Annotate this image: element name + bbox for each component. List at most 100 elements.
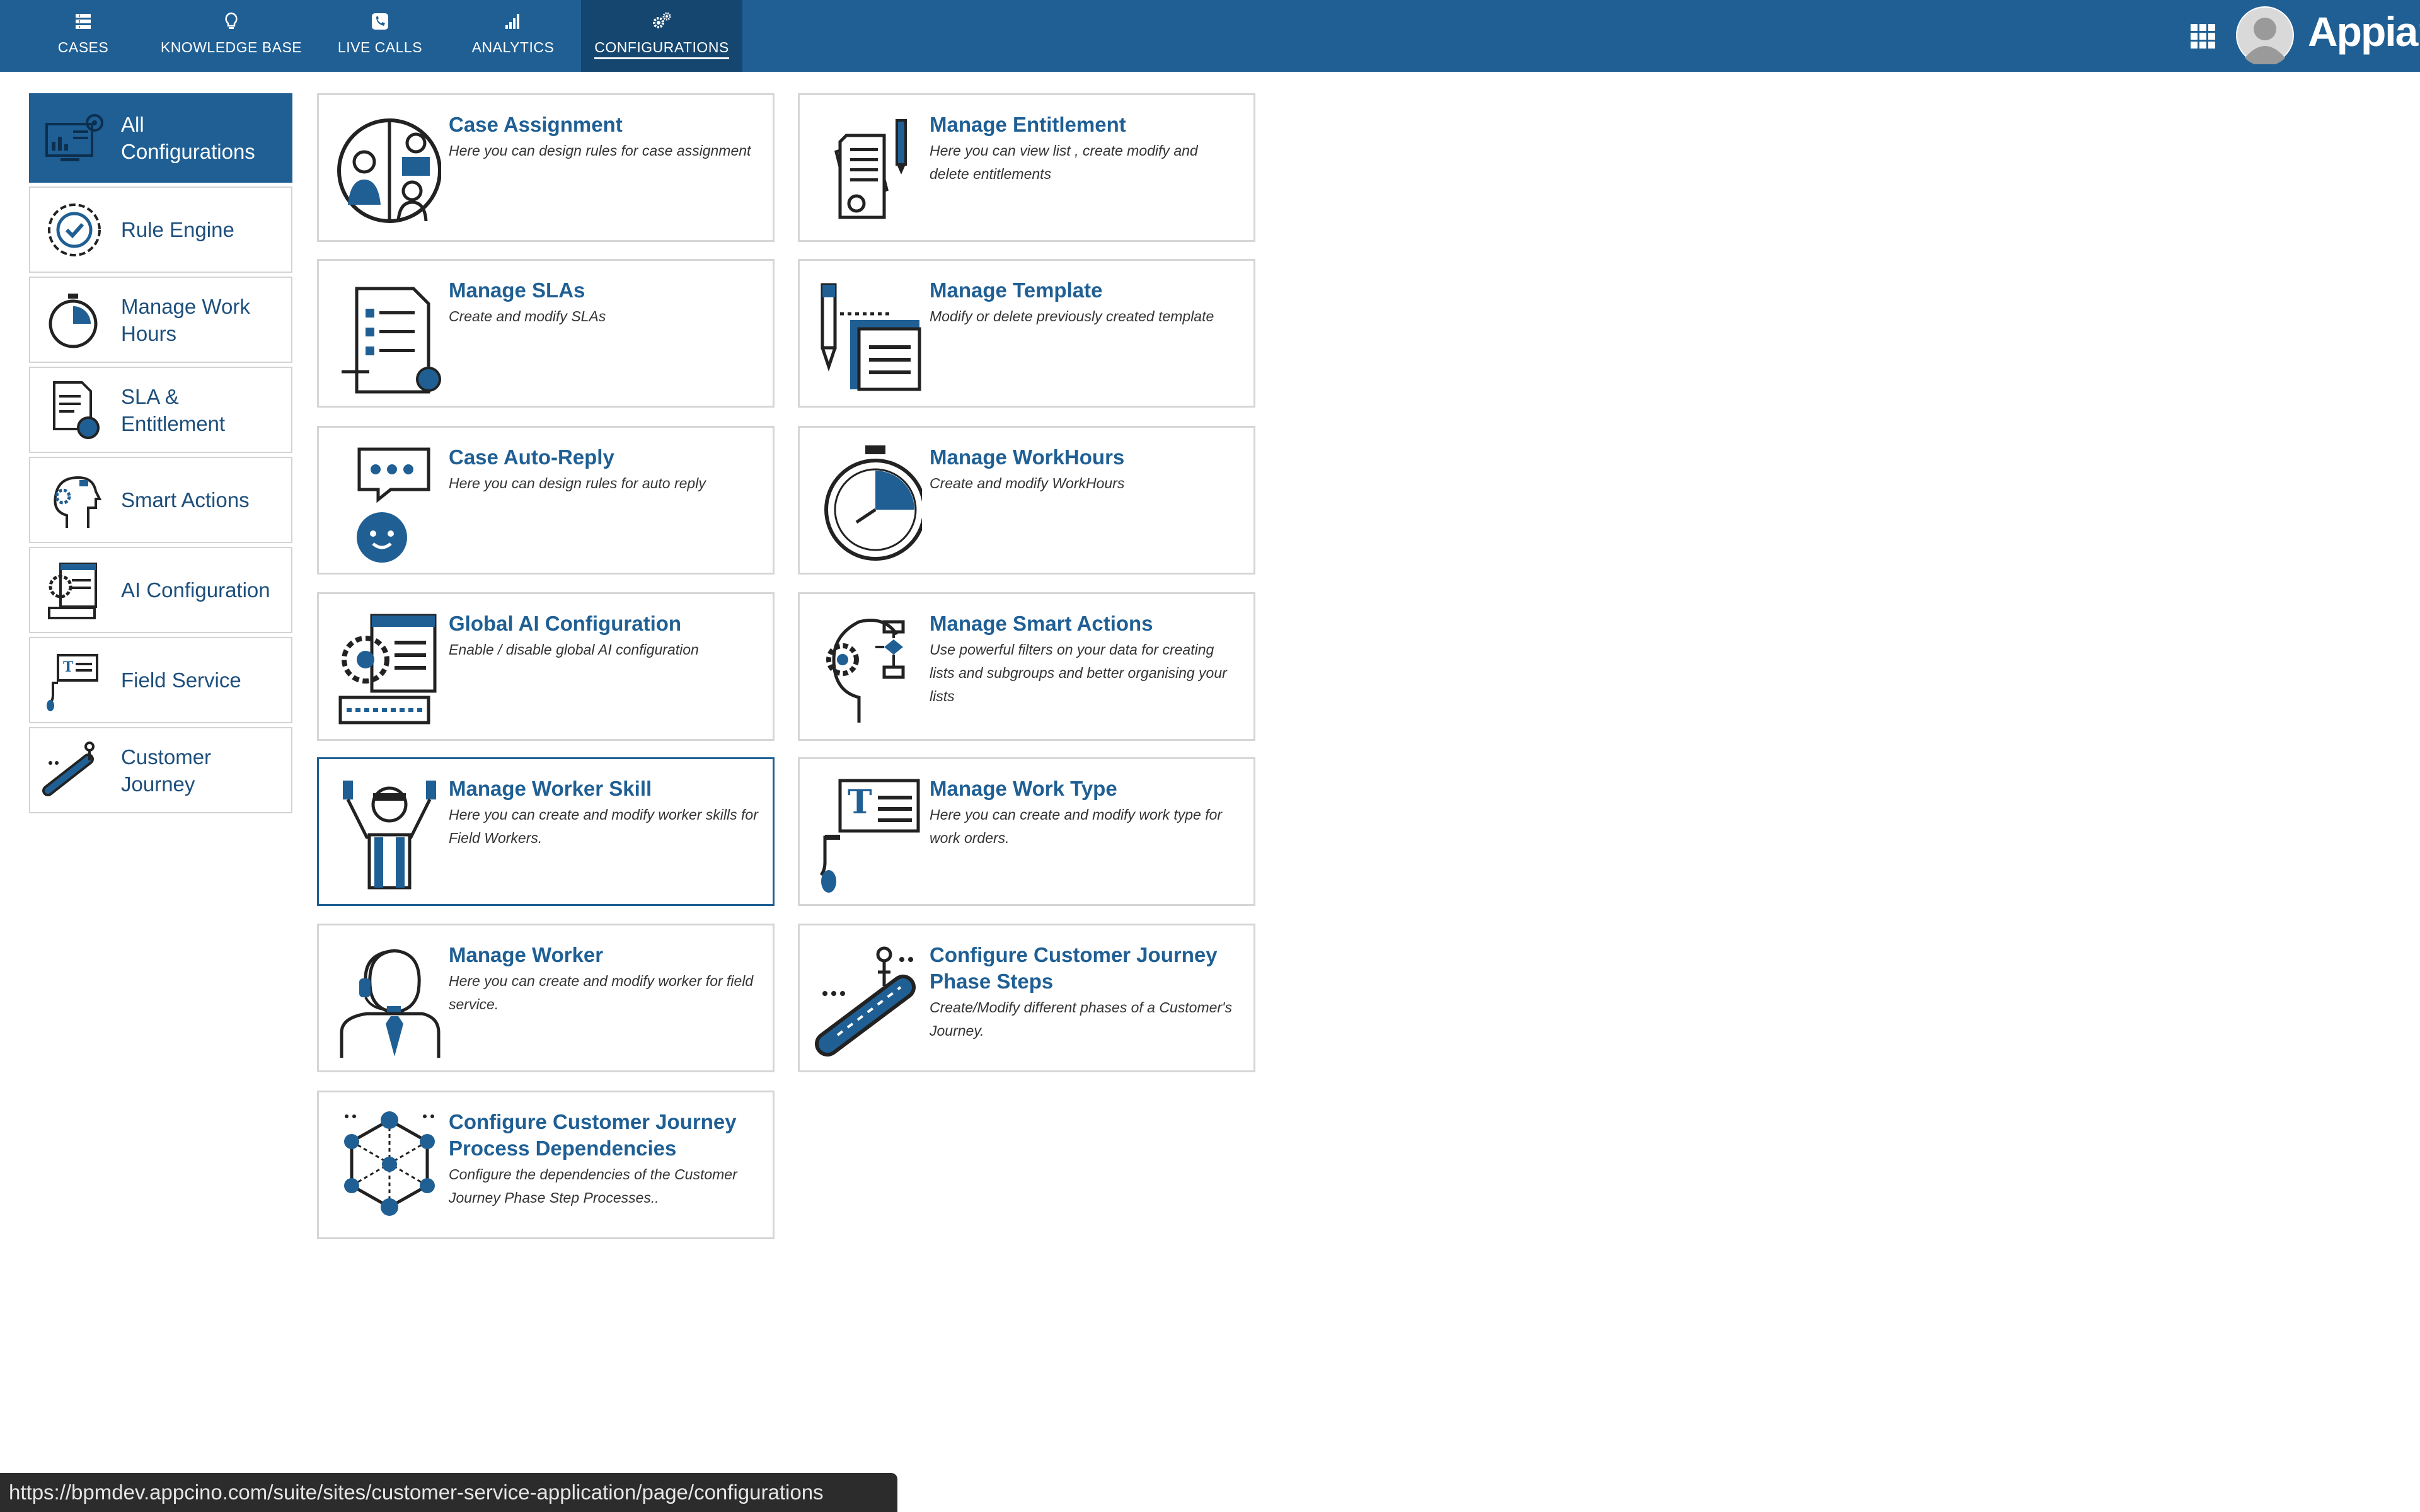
sidebar-item-customer-journey[interactable]: Customer Journey xyxy=(29,727,292,813)
stopwatch-icon xyxy=(824,445,922,561)
sidebar-item-label: Rule Engine xyxy=(121,218,234,241)
tab-live-calls[interactable]: LIVE CALLS xyxy=(334,0,426,72)
network-cube-icon xyxy=(344,1111,435,1216)
dashboard-monitor-icon xyxy=(45,114,103,161)
presentation-board-icon: T xyxy=(819,779,920,893)
sidebar-item-all-configurations[interactable]: All Configurations xyxy=(29,93,292,183)
phone-icon xyxy=(372,13,388,30)
sidebar-item-field-service[interactable]: T Field Service xyxy=(29,637,292,723)
checklist-document-icon xyxy=(342,287,441,394)
card-manage-worker-skill[interactable]: Manage Worker Skill Here you can create … xyxy=(317,757,775,906)
tab-knowledge-base-label: KNOWLEDGE BASE xyxy=(160,39,302,55)
card-title: Manage WorkHours xyxy=(930,445,1125,469)
chat-bot-icon xyxy=(357,447,430,563)
document-clock-icon xyxy=(53,381,100,439)
list-icon xyxy=(76,14,91,29)
sidebar-item-ai-configuration[interactable]: AI Configuration xyxy=(29,547,292,633)
card-description: Create and modify WorkHours xyxy=(930,475,1125,491)
head-gear-flow-icon xyxy=(826,619,905,723)
sidebar-item-label: Manage Work Hours xyxy=(121,294,250,345)
ai-document-icon xyxy=(48,562,97,619)
card-title: Manage SLAs xyxy=(449,278,585,302)
card-description: Here you can design rules for case assig… xyxy=(449,142,751,159)
escalator-person-icon xyxy=(815,946,916,1057)
card-description: Create and modify SLAs xyxy=(449,308,606,324)
app-grid-icon[interactable] xyxy=(2189,23,2217,50)
sidebar-item-manage-work-hours[interactable]: Manage Work Hours xyxy=(29,277,292,363)
support-agent-icon xyxy=(340,949,441,1058)
tab-knowledge-base[interactable]: KNOWLEDGE BASE xyxy=(159,0,304,72)
tab-live-calls-label: LIVE CALLS xyxy=(337,39,423,55)
sidebar-item-label: SLA & Entitlement xyxy=(121,384,226,435)
bar-chart-icon xyxy=(505,14,519,29)
card-description: Use powerful filters on your data for cr… xyxy=(930,641,1227,704)
card-title: Case Auto-Reply xyxy=(449,445,614,469)
card-manage-entitlement[interactable]: Manage Entitlement Here you can view lis… xyxy=(798,93,1255,242)
svg-text:T: T xyxy=(848,783,872,822)
card-title: Manage Work Type xyxy=(930,777,1117,800)
card-title: Manage Template xyxy=(930,278,1103,302)
card-manage-smart-actions[interactable]: Manage Smart Actions Use powerful filter… xyxy=(798,592,1255,741)
certificate-pen-icon xyxy=(834,119,907,219)
people-circle-icon xyxy=(337,118,441,223)
card-global-ai-configuration[interactable]: Global AI Configuration Enable / disable… xyxy=(317,592,775,741)
sidebar-item-sla-entitlement[interactable]: SLA & Entitlement xyxy=(29,367,292,453)
card-title: Manage Worker xyxy=(449,943,604,966)
card-title: Manage Worker Skill xyxy=(449,777,652,800)
pencil-template-icon xyxy=(821,283,921,391)
svg-text:T: T xyxy=(63,659,74,675)
sidebar-item-smart-actions[interactable]: Smart Actions xyxy=(29,457,292,543)
sidebar-item-label: All Configurations xyxy=(121,113,255,163)
worker-icon xyxy=(343,781,436,890)
card-case-auto-reply[interactable]: Case Auto-Reply Here you can design rule… xyxy=(317,426,775,575)
card-customer-journey-phase-steps[interactable]: Configure Customer Journey Phase Steps C… xyxy=(798,924,1255,1072)
card-manage-slas[interactable]: Manage SLAs Create and modify SLAs xyxy=(317,259,775,408)
card-description: Here you can create and modify work type… xyxy=(930,806,1223,846)
card-manage-template[interactable]: Manage Template Modify or delete previou… xyxy=(798,259,1255,408)
card-manage-workhours[interactable]: Manage WorkHours Create and modify WorkH… xyxy=(798,426,1255,575)
card-manage-work-type[interactable]: T Manage Work Type Here you can create a… xyxy=(798,757,1255,906)
appian-logo: Appian xyxy=(2308,8,2420,55)
card-title: Case Assignment xyxy=(449,113,623,136)
card-title: Configure Customer Journey Process Depen… xyxy=(449,1110,737,1160)
card-description: Configure the dependencies of the Custom… xyxy=(449,1166,737,1206)
top-navigation-bar: CASES KNOWLEDGE BASE LIVE CALLS ANALYTIC… xyxy=(0,0,2420,72)
tab-configurations-label: CONFIGURATIONS xyxy=(594,39,729,59)
card-description: Here you can create and modify worker fo… xyxy=(449,973,754,1012)
tab-analytics[interactable]: ANALYTICS xyxy=(464,0,562,72)
stopwatch-icon xyxy=(49,293,98,348)
sidebar-item-label: AI Configuration xyxy=(121,578,270,602)
card-title: Manage Entitlement xyxy=(930,113,1126,136)
card-description: Here you can create and modify worker sk… xyxy=(449,806,758,846)
card-customer-journey-process-dependencies[interactable]: Configure Customer Journey Process Depen… xyxy=(317,1091,775,1239)
config-sidebar: All Configurations Rule Engine Manage Wo… xyxy=(29,93,292,817)
card-manage-worker[interactable]: Manage Worker Here you can create and mo… xyxy=(317,924,775,1072)
sidebar-item-label: Smart Actions xyxy=(121,488,250,512)
escalator-icon xyxy=(42,741,95,796)
sidebar-item-label: Field Service xyxy=(121,668,241,692)
sidebar-item-label: Customer Journey xyxy=(121,745,212,796)
tab-cases[interactable]: CASES xyxy=(44,0,122,72)
card-description: Create/Modify different phases of a Cust… xyxy=(930,999,1232,1039)
card-description: Here you can design rules for auto reply xyxy=(449,475,706,491)
presentation-icon: T xyxy=(47,653,98,711)
card-title: Configure Customer Journey Phase Steps xyxy=(930,943,1218,993)
gear-check-icon xyxy=(48,203,101,256)
ai-gear-document-icon xyxy=(338,614,437,724)
link-status-bar: https://bpmdev.appcino.com/suite/sites/c… xyxy=(0,1473,897,1512)
card-title: Global AI Configuration xyxy=(449,612,682,635)
head-gear-icon xyxy=(54,476,102,528)
avatar[interactable] xyxy=(2236,6,2294,64)
card-description: Here you can view list , create modify a… xyxy=(930,142,1198,182)
card-description: Enable / disable global AI configuration xyxy=(449,641,699,658)
card-title: Manage Smart Actions xyxy=(930,612,1153,635)
status-url: https://bpmdev.appcino.com/suite/sites/c… xyxy=(9,1480,824,1504)
tab-cases-label: CASES xyxy=(57,39,109,55)
gears-icon xyxy=(653,12,671,28)
tab-configurations[interactable]: CONFIGURATIONS xyxy=(581,0,742,72)
lightbulb-icon xyxy=(225,12,238,29)
sidebar-item-rule-engine[interactable]: Rule Engine xyxy=(29,186,292,273)
tab-analytics-label: ANALYTICS xyxy=(471,39,555,55)
card-case-assignment[interactable]: Case Assignment Here you can design rule… xyxy=(317,93,775,242)
card-description: Modify or delete previously created temp… xyxy=(930,308,1214,324)
